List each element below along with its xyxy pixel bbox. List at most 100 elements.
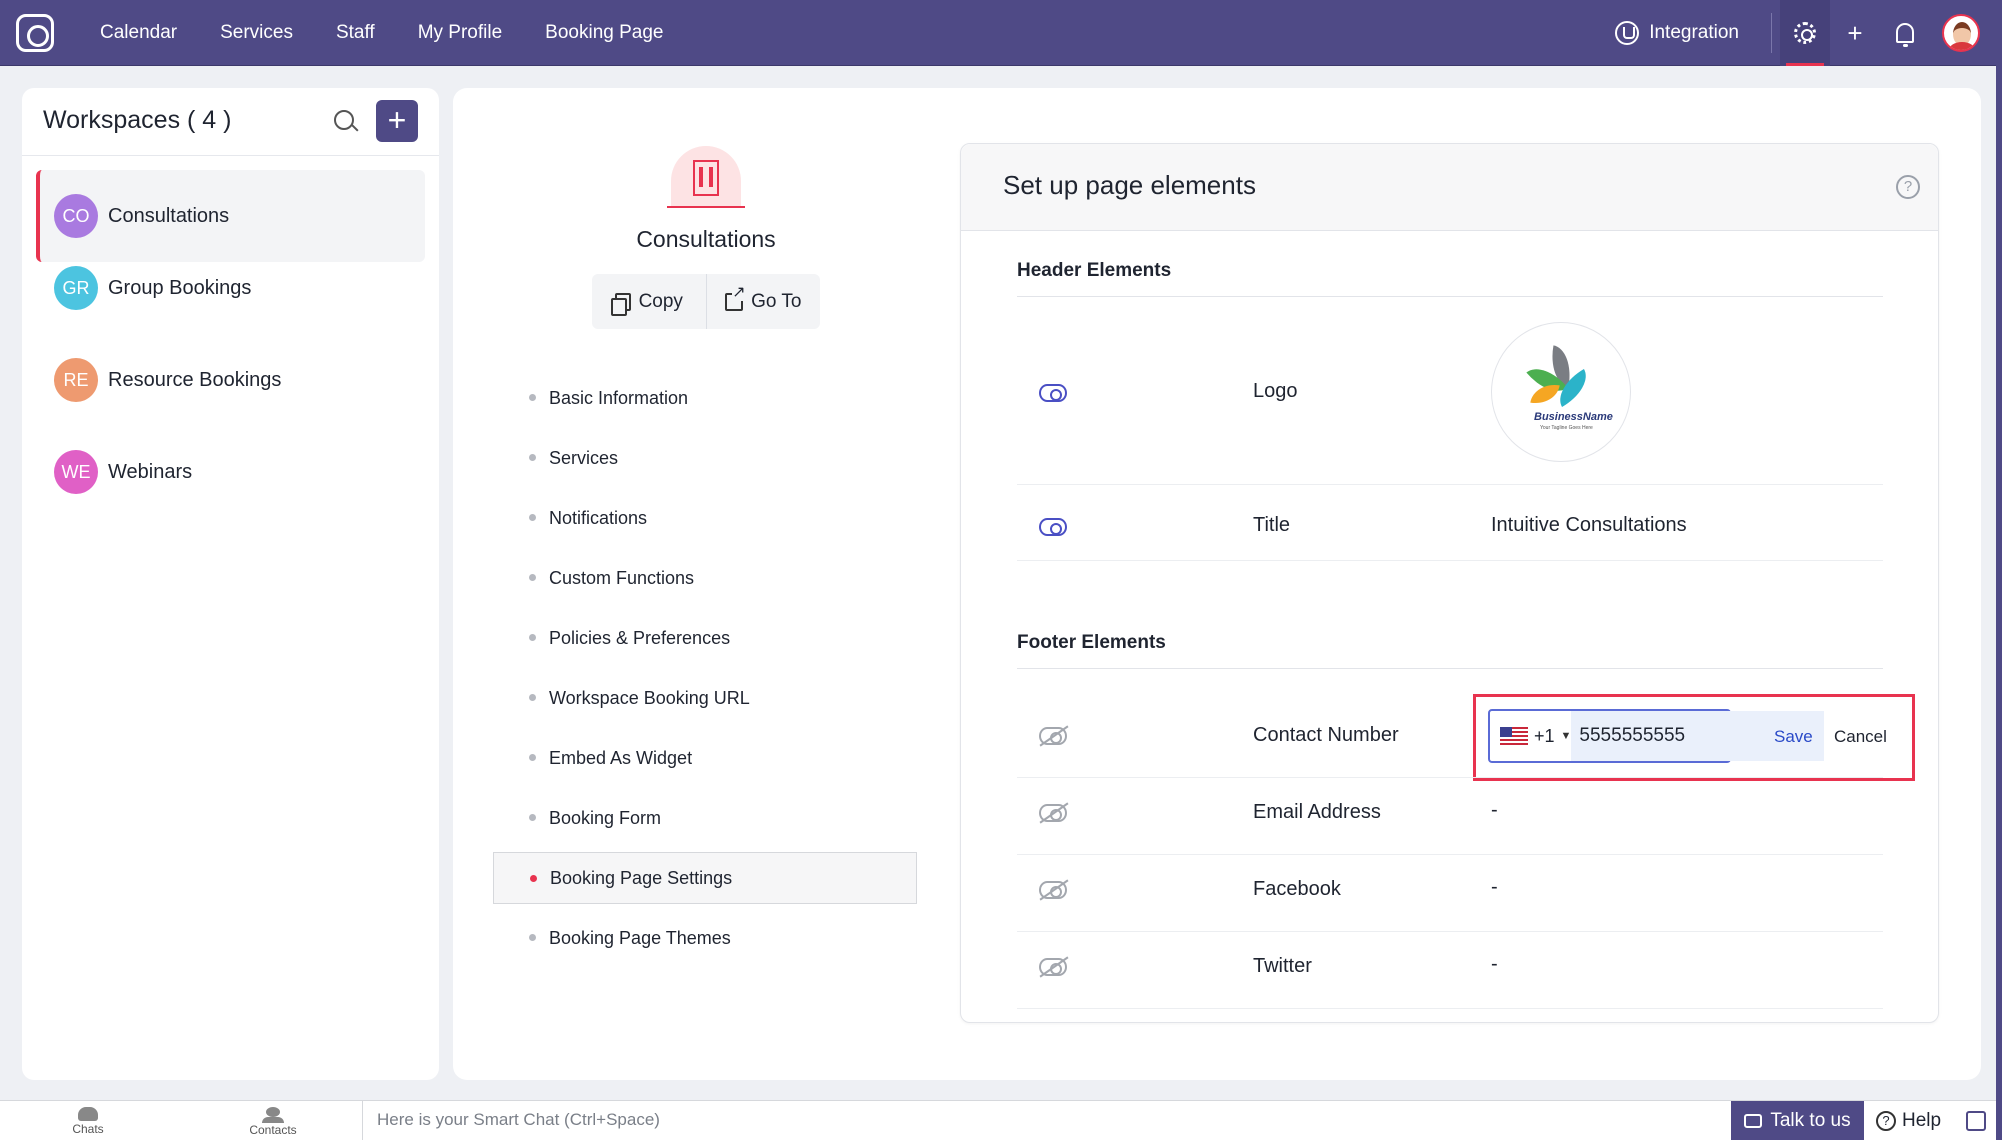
chat-icon (78, 1107, 98, 1121)
search-icon[interactable] (334, 110, 354, 130)
header-elements-title: Header Elements (1017, 260, 1172, 281)
eye-off-icon[interactable] (1039, 727, 1067, 745)
menu-label: Booking Form (549, 807, 662, 828)
workspace-badge: CO (54, 194, 98, 238)
copy-label: Copy (638, 290, 683, 312)
nav-my-profile[interactable]: My Profile (418, 22, 502, 44)
country-code: +1 (1534, 725, 1555, 746)
app-logo-icon[interactable] (16, 14, 54, 52)
integration-button[interactable]: Integration (1615, 21, 1739, 45)
main-panel: Consultations Copy Go To Basic Informati… (453, 88, 1981, 1080)
copy-button[interactable]: Copy (592, 274, 706, 329)
facebook-label: Facebook (1253, 878, 1341, 900)
gear-icon (1794, 22, 1816, 44)
card-header: Set up page elements ? (961, 144, 1938, 231)
menu-item-booking-page-settings[interactable]: Booking Page Settings (493, 852, 917, 904)
title-label: Title (1253, 514, 1291, 536)
workspace-item-group-bookings[interactable]: GR Group Bookings (36, 242, 425, 334)
question-icon: ? (1876, 1111, 1896, 1131)
avatar[interactable] (1942, 14, 1980, 52)
page-elements-card: Set up page elements ? Header Elements L… (960, 143, 1939, 1023)
menu-label: Policies & Preferences (549, 627, 731, 648)
add-button[interactable]: + (1830, 0, 1880, 66)
talk-to-us-button[interactable]: Talk to us (1731, 1101, 1864, 1140)
eye-off-icon[interactable] (1039, 804, 1067, 822)
eye-off-icon[interactable] (1039, 881, 1067, 899)
cancel-button[interactable]: Cancel (1834, 727, 1887, 747)
smart-chat-input[interactable]: Here is your Smart Chat (Ctrl+Space) (377, 1110, 660, 1130)
chats-label: Chats (72, 1122, 104, 1136)
menu-item-embed-as-widget[interactable]: Embed As Widget (493, 728, 917, 788)
plus-icon: + (1847, 17, 1863, 48)
calendar-icon[interactable] (1966, 1111, 1986, 1131)
logo-tagline: Your Tagline Goes Here (1540, 425, 1593, 431)
menu-item-services[interactable]: Services (493, 428, 917, 488)
divider (1017, 296, 1883, 297)
contacts-tab[interactable]: Contacts (213, 1101, 333, 1140)
logo-label: Logo (1253, 380, 1298, 402)
workspace-actions: Copy Go To (592, 274, 820, 329)
help-button[interactable]: ? Help (1876, 1101, 1952, 1140)
phone-input-group: +1 ▼ (1488, 709, 1825, 763)
save-button[interactable]: Save (1774, 727, 1813, 747)
menu-item-booking-form[interactable]: Booking Form (493, 788, 917, 848)
business-logo[interactable]: BusinessName Your Tagline Goes Here (1491, 322, 1631, 462)
menu-item-custom-functions[interactable]: Custom Functions (493, 548, 917, 608)
menu-item-policies-preferences[interactable]: Policies & Preferences (493, 608, 917, 668)
workspace-label: Webinars (108, 460, 193, 483)
email-address-label: Email Address (1253, 801, 1381, 823)
nav-staff[interactable]: Staff (336, 22, 375, 44)
workspace-label: Resource Bookings (108, 368, 282, 391)
eye-icon[interactable] (1039, 384, 1067, 402)
help-label: Help (1902, 1110, 1942, 1131)
copy-icon (610, 292, 631, 316)
settings-menu: Basic Information Services Notifications… (493, 368, 917, 968)
contact-number-label: Contact Number (1253, 724, 1399, 746)
add-workspace-button[interactable]: + (376, 100, 418, 142)
menu-item-workspace-booking-url[interactable]: Workspace Booking URL (493, 668, 917, 728)
workspaces-title: Workspaces ( 4 ) (43, 106, 232, 134)
logo-text: BusinessName (1534, 411, 1613, 423)
workspace-item-resource-bookings[interactable]: RE Resource Bookings (36, 334, 425, 426)
main-nav: Calendar Services Staff My Profile Booki… (100, 0, 664, 66)
menu-label: Booking Page Themes (549, 927, 731, 948)
workspace-name: Consultations (636, 226, 776, 252)
workspace-badge: WE (54, 450, 98, 494)
talk-label: Talk to us (1770, 1110, 1851, 1131)
twitter-label: Twitter (1253, 955, 1312, 977)
divider (362, 1101, 363, 1140)
go-to-button[interactable]: Go To (705, 274, 821, 329)
menu-item-notifications[interactable]: Notifications (493, 488, 917, 548)
nav-services[interactable]: Services (220, 22, 293, 44)
help-icon[interactable]: ? (1896, 175, 1920, 199)
menu-item-basic-information[interactable]: Basic Information (493, 368, 917, 428)
menu-label: Embed As Widget (549, 747, 693, 768)
settings-button[interactable] (1780, 0, 1830, 66)
go-to-label: Go To (751, 290, 802, 312)
top-bar: Calendar Services Staff My Profile Booki… (0, 0, 2002, 66)
eye-off-icon[interactable] (1039, 958, 1067, 976)
divider (1017, 560, 1883, 561)
notifications-button[interactable] (1880, 0, 1930, 66)
menu-label: Notifications (549, 507, 648, 528)
workspace-label: Consultations (108, 204, 230, 227)
menu-label: Booking Page Settings (550, 867, 733, 888)
divider (1017, 931, 1883, 932)
external-link-icon (725, 284, 746, 311)
divider (1017, 854, 1883, 855)
window-edge (1996, 0, 2002, 1140)
twitter-value: - (1491, 953, 1498, 975)
chats-tab[interactable]: Chats (28, 1101, 148, 1140)
menu-item-booking-page-themes[interactable]: Booking Page Themes (493, 908, 917, 968)
nav-calendar[interactable]: Calendar (100, 22, 177, 44)
workspace-item-webinars[interactable]: WE Webinars (36, 426, 425, 518)
contacts-label: Contacts (249, 1123, 297, 1137)
workspace-badge: RE (54, 358, 98, 402)
title-value: Intuitive Consultations (1491, 514, 1687, 536)
country-code-select[interactable]: +1 ▼ (1490, 711, 1571, 761)
workspaces-sidebar: Workspaces ( 4 ) + CO Consultations GR G… (22, 88, 439, 1080)
divider (1771, 13, 1772, 53)
nav-booking-page[interactable]: Booking Page (545, 22, 663, 44)
eye-icon[interactable] (1039, 518, 1067, 536)
workspace-label: Group Bookings (108, 276, 252, 299)
